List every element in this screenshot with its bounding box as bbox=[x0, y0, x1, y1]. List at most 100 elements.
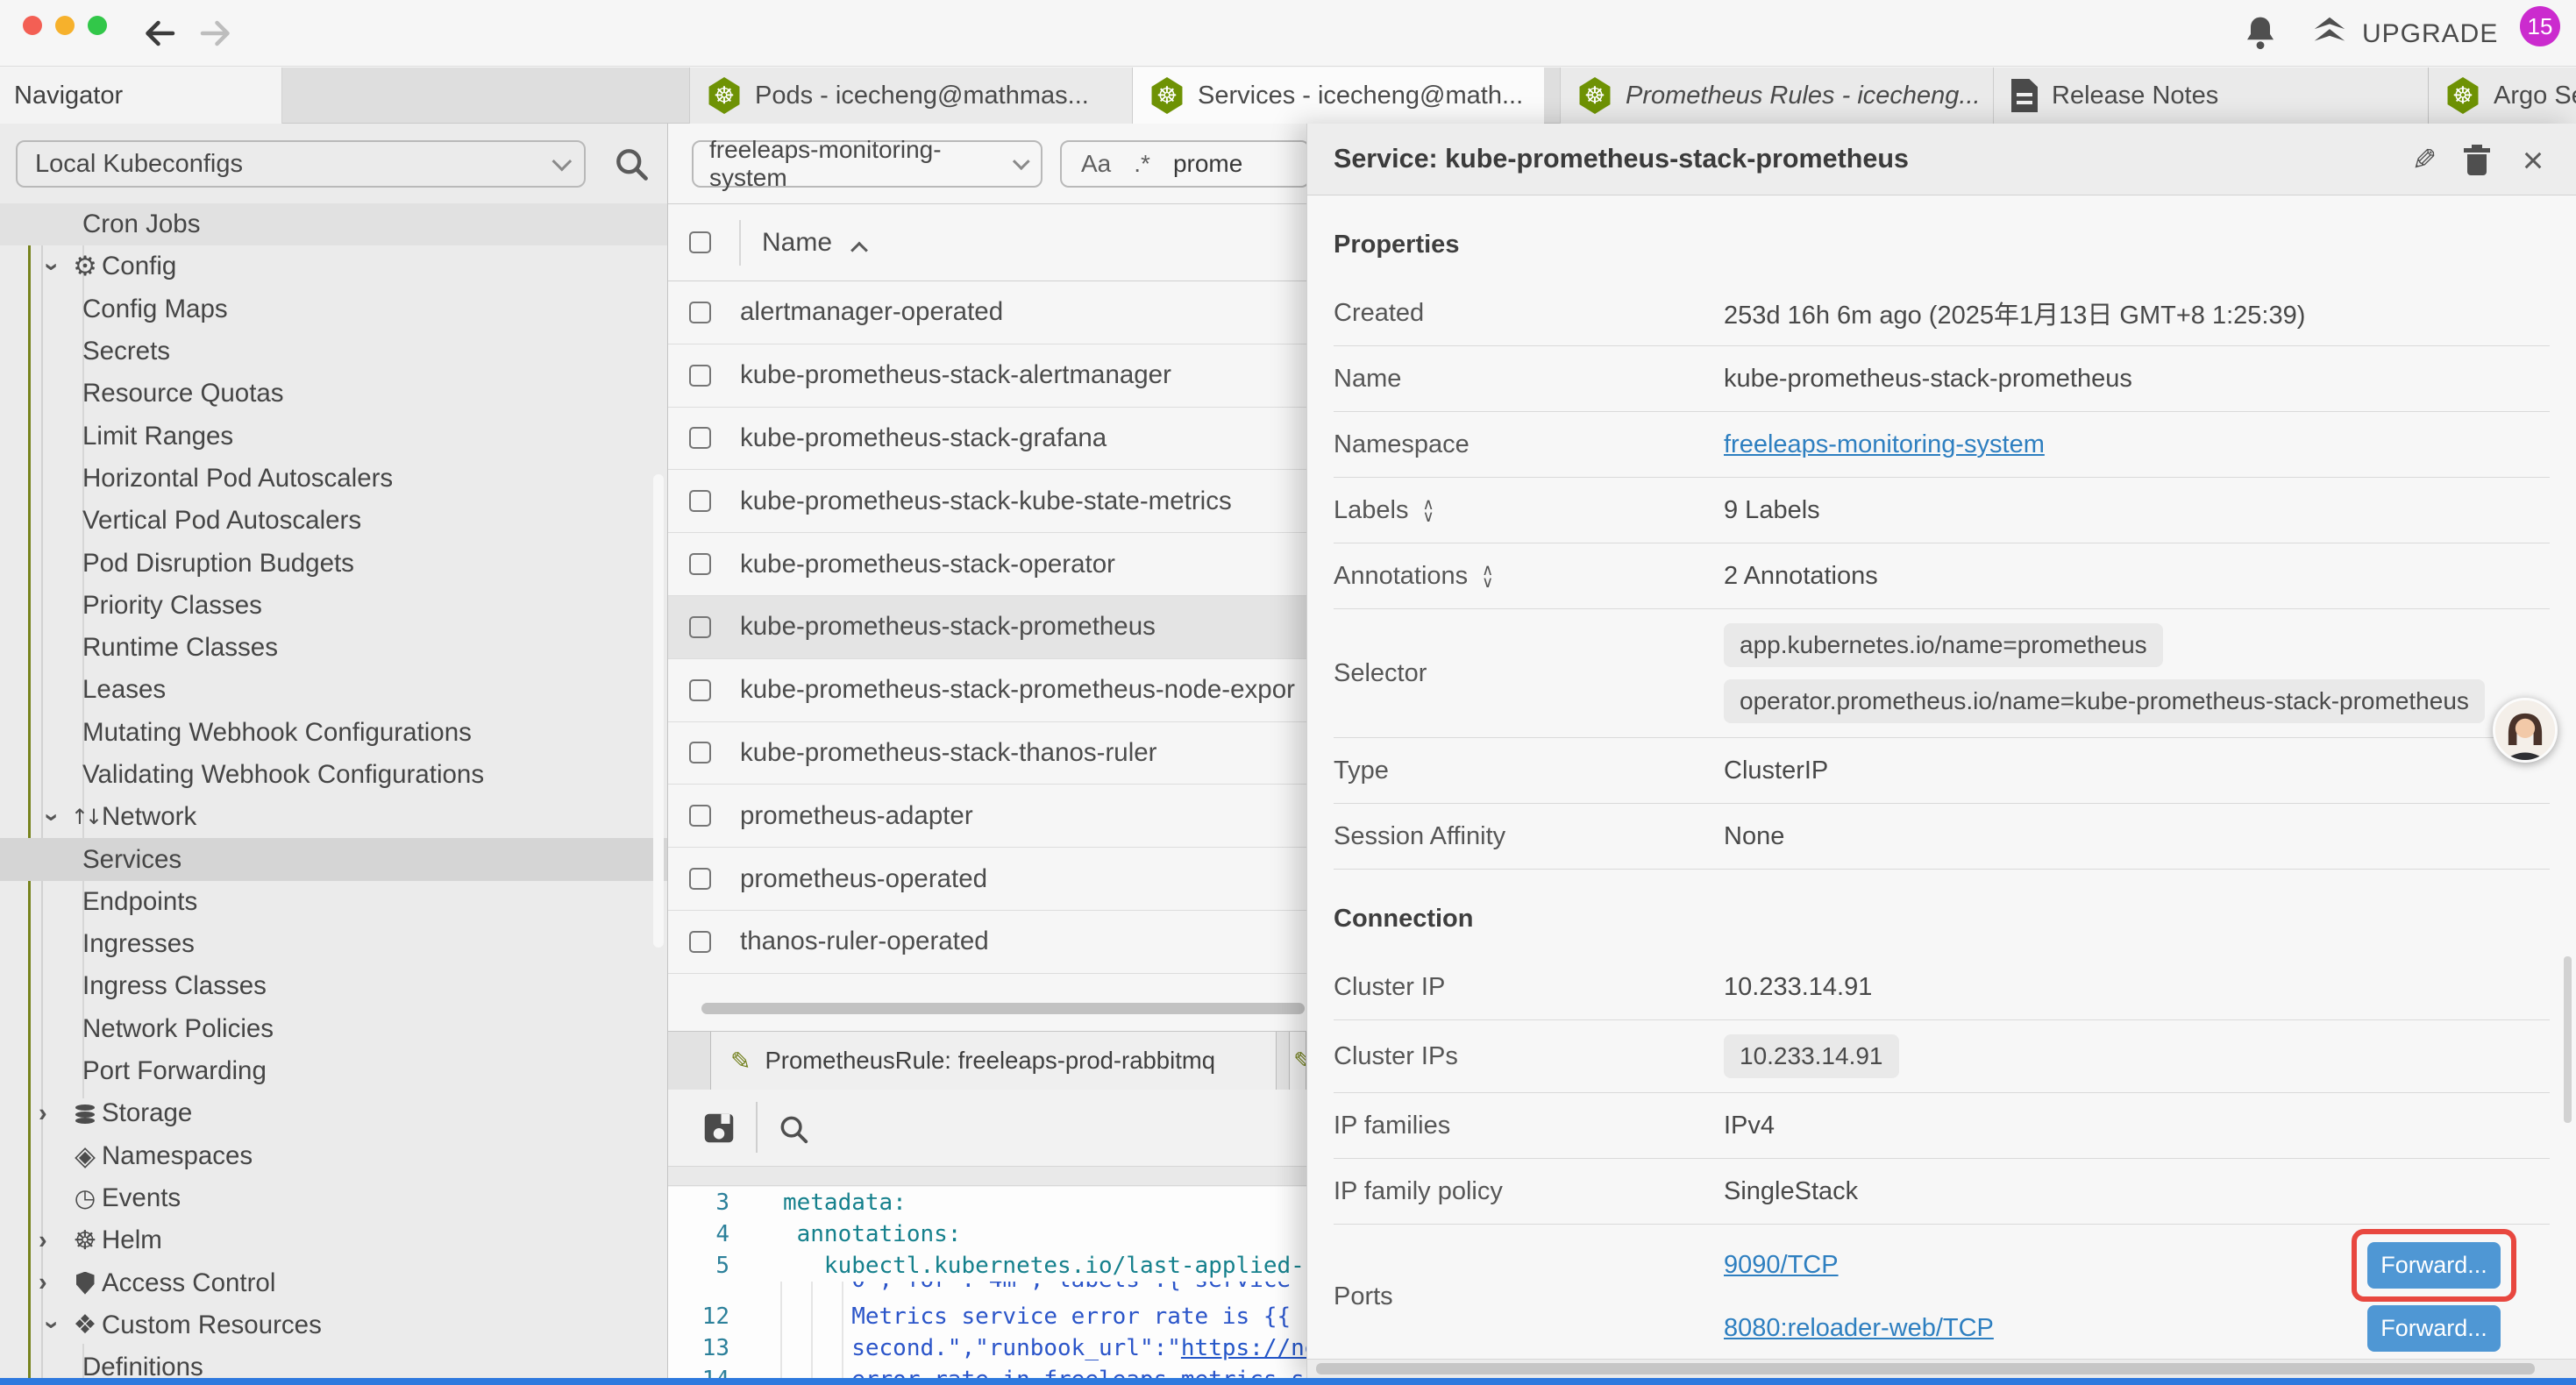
table-row[interactable]: kube-prometheus-stack-operator bbox=[668, 533, 1306, 596]
delete-trash-icon[interactable] bbox=[2458, 141, 2496, 180]
table-row[interactable]: prometheus-adapter bbox=[668, 785, 1306, 848]
edit-pencil-icon[interactable]: ✎ bbox=[2405, 141, 2444, 180]
namespace-select[interactable]: freeleaps-monitoring-system bbox=[692, 140, 1042, 188]
sidebar-item[interactable]: Storage bbox=[0, 1092, 667, 1134]
cluster-tab[interactable]: ☸ Pods - icecheng@mathmas... bbox=[689, 67, 1132, 124]
detail-horizontal-scrollbar[interactable] bbox=[1316, 1363, 2535, 1374]
editor-line[interactable]: 5 kubectl.kubernetes.io/last-applied-co bbox=[668, 1250, 1306, 1282]
sidebar-item[interactable]: Services bbox=[0, 838, 667, 880]
editor-tab[interactable]: ✎ bbox=[1289, 1032, 1306, 1090]
navigator-panel-tab[interactable]: Navigator bbox=[0, 67, 282, 124]
sidebar-item[interactable]: Horizontal Pod Autoscalers bbox=[0, 458, 667, 500]
chevron-right-icon[interactable] bbox=[39, 1226, 68, 1255]
sidebar-item[interactable]: Helm bbox=[0, 1219, 667, 1261]
sidebar-item[interactable]: Ingresses bbox=[0, 923, 667, 965]
sidebar-item[interactable]: Network Policies bbox=[0, 1008, 667, 1050]
table-row[interactable]: kube-prometheus-stack-prometheus bbox=[668, 596, 1306, 659]
forward-button[interactable]: Forward... bbox=[2367, 1242, 2501, 1289]
cluster-tab[interactable]: ☸ Services - icecheng@math... × bbox=[1132, 67, 1544, 124]
service-search-input[interactable]: Aa .* prome bbox=[1060, 140, 1310, 188]
sidebar-item[interactable]: Port Forwarding bbox=[0, 1050, 667, 1092]
sidebar-item[interactable]: Custom Resources bbox=[0, 1304, 667, 1346]
forward-button[interactable]: Forward... bbox=[2367, 1305, 2501, 1352]
row-checkbox[interactable] bbox=[689, 553, 711, 575]
table-row[interactable]: thanos-ruler-operated bbox=[668, 911, 1306, 974]
row-checkbox[interactable] bbox=[689, 616, 711, 638]
editor-line[interactable]: 4 annotations: bbox=[668, 1218, 1306, 1250]
sidebar-scrollbar[interactable] bbox=[653, 474, 664, 948]
table-row[interactable]: kube-prometheus-stack-alertmanager bbox=[668, 344, 1306, 408]
port-link[interactable]: 9090/TCP bbox=[1724, 1251, 1839, 1280]
assistant-avatar[interactable] bbox=[2493, 698, 2558, 763]
row-checkbox[interactable] bbox=[689, 365, 711, 387]
close-icon[interactable]: × bbox=[2514, 141, 2552, 180]
value-chip[interactable]: operator.prometheus.io/name=kube-prometh… bbox=[1724, 679, 2485, 723]
table-row[interactable]: kube-prometheus-stack-thanos-ruler bbox=[668, 722, 1306, 785]
sidebar-item[interactable]: Config bbox=[0, 245, 667, 288]
cluster-tab[interactable]: ☸ Release Notes bbox=[1993, 67, 2428, 124]
table-row[interactable]: prometheus-operated bbox=[668, 848, 1306, 911]
window-close-icon[interactable] bbox=[23, 16, 42, 35]
cluster-tab[interactable]: ☸ Argo Se bbox=[2428, 67, 2576, 124]
forward-arrow-icon[interactable] bbox=[195, 12, 237, 54]
detail-vertical-scrollbar[interactable] bbox=[2564, 956, 2572, 1123]
select-all-checkbox[interactable] bbox=[689, 231, 711, 253]
sidebar-item[interactable]: Pod Disruption Budgets bbox=[0, 542, 667, 584]
row-checkbox[interactable] bbox=[689, 742, 711, 764]
window-zoom-icon[interactable] bbox=[88, 16, 107, 35]
match-case-icon[interactable]: Aa bbox=[1081, 150, 1111, 178]
yaml-editor[interactable]: 3 metadata: 4 annotations: 5 kubectl.kub… bbox=[668, 1187, 1306, 1380]
chevron-down-icon[interactable] bbox=[38, 253, 67, 280]
table-row[interactable]: kube-prometheus-stack-grafana bbox=[668, 408, 1306, 471]
table-row[interactable]: kube-prometheus-stack-prometheus-node-ex… bbox=[668, 659, 1306, 722]
window-minimize-icon[interactable] bbox=[55, 16, 75, 35]
row-checkbox[interactable] bbox=[689, 805, 711, 827]
sidebar-search-icon[interactable] bbox=[612, 145, 651, 183]
sidebar-item[interactable]: Runtime Classes bbox=[0, 627, 667, 669]
namespace-link[interactable]: freeleaps-monitoring-system bbox=[1724, 430, 2045, 459]
row-checkbox[interactable] bbox=[689, 679, 711, 701]
table-row[interactable]: alertmanager-operated bbox=[668, 281, 1306, 344]
sidebar-item[interactable]: Namespaces bbox=[0, 1135, 667, 1177]
sidebar-item[interactable]: Config Maps bbox=[0, 288, 667, 330]
row-checkbox[interactable] bbox=[689, 868, 711, 890]
row-checkbox[interactable] bbox=[689, 427, 711, 449]
sidebar-item[interactable]: Vertical Pod Autoscalers bbox=[0, 500, 667, 542]
row-checkbox[interactable] bbox=[689, 931, 711, 953]
sidebar-item[interactable]: Priority Classes bbox=[0, 585, 667, 627]
chevron-right-icon[interactable] bbox=[39, 1099, 68, 1128]
row-checkbox[interactable] bbox=[689, 302, 711, 323]
kubeconfig-select[interactable]: Local Kubeconfigs bbox=[16, 140, 586, 188]
value-chip[interactable]: app.kubernetes.io/name=prometheus bbox=[1724, 623, 2163, 667]
table-row[interactable]: kube-prometheus-stack-kube-state-metrics bbox=[668, 470, 1306, 533]
editor-line[interactable]: 12 Metrics service error rate is {{ $va bbox=[668, 1301, 1306, 1332]
back-arrow-icon[interactable] bbox=[139, 12, 181, 54]
notification-count-badge[interactable]: 15 bbox=[2520, 6, 2560, 46]
regex-icon[interactable]: .* bbox=[1134, 150, 1150, 178]
name-column-header[interactable]: Name bbox=[762, 228, 832, 258]
expand-toggle-icon[interactable] bbox=[1482, 564, 1493, 588]
tab-close-icon[interactable]: × bbox=[1542, 80, 1544, 112]
chevron-down-icon[interactable] bbox=[38, 804, 67, 830]
sort-ascending-icon[interactable] bbox=[850, 241, 868, 259]
notifications-bell-icon[interactable] bbox=[2241, 12, 2280, 53]
sidebar-item[interactable]: Endpoints bbox=[0, 881, 667, 923]
editor-line[interactable]: 13 second.","runbook_url":"https://net bbox=[668, 1332, 1306, 1364]
row-checkbox[interactable] bbox=[689, 490, 711, 512]
sidebar-item[interactable]: Secrets bbox=[0, 330, 667, 373]
save-icon[interactable] bbox=[701, 1111, 737, 1146]
sidebar-item[interactable]: Ingress Classes bbox=[0, 965, 667, 1007]
table-horizontal-scrollbar[interactable] bbox=[701, 1003, 1305, 1014]
sidebar-item[interactable]: Access Control bbox=[0, 1261, 667, 1303]
editor-search-icon[interactable] bbox=[777, 1112, 810, 1146]
editor-line[interactable]: 3 metadata: bbox=[668, 1187, 1306, 1218]
chevron-right-icon[interactable] bbox=[39, 1268, 68, 1297]
sidebar-item[interactable]: Mutating Webhook Configurations bbox=[0, 712, 667, 754]
sidebar-item[interactable]: Resource Quotas bbox=[0, 373, 667, 415]
upgrade-button[interactable]: UPGRADE bbox=[2362, 19, 2498, 49]
editor-tab[interactable]: ✎ PrometheusRule: freeleaps-prod-rabbitm… bbox=[710, 1032, 1277, 1090]
editor-line[interactable]: 0","for":"4m","labels":{"service": bbox=[668, 1282, 1306, 1301]
upgrade-chevrons-icon[interactable] bbox=[2309, 12, 2350, 53]
chevron-down-icon[interactable] bbox=[38, 1312, 67, 1339]
sidebar-item[interactable]: Cron Jobs bbox=[0, 203, 667, 245]
